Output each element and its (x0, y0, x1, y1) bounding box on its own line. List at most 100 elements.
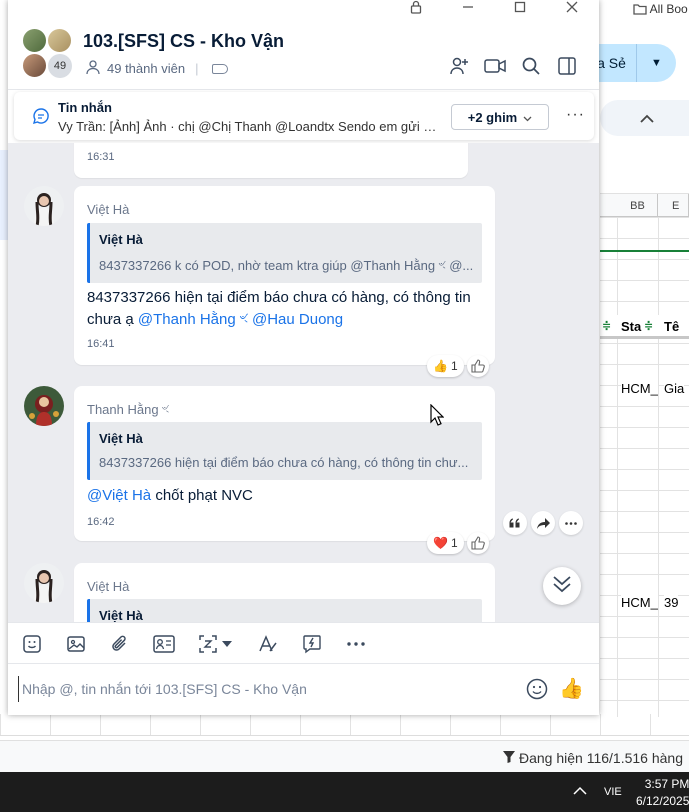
screenshot-icon[interactable] (196, 632, 220, 656)
message-list[interactable]: 16:31 Việt Hà Việt Hà 8437337266 k có PO… (8, 143, 599, 622)
filter-header-row: ≑ Sta ≑ Tê (600, 315, 689, 339)
emoji-icon[interactable] (526, 678, 548, 700)
reaction-count: 1 (450, 359, 458, 373)
clock[interactable]: 3:57 PM 6/12/2025 (636, 776, 689, 810)
scroll-to-bottom-button[interactable] (543, 567, 581, 605)
bookmark-all-bookmarks[interactable]: All Boo (633, 2, 688, 16)
collapse-toolbar-button[interactable] (600, 100, 689, 136)
pin-window-icon[interactable] (401, 0, 431, 14)
message-composer: 👍 (8, 664, 599, 715)
message-bubble-icon (32, 107, 50, 130)
pinned-more-options[interactable]: ··· (566, 106, 585, 124)
message-text-fragment: chốt phạt NVC (151, 487, 253, 504)
more-pins-button[interactable]: +2 ghim (451, 104, 549, 130)
row-selection-strip (0, 150, 8, 240)
reaction-summary[interactable]: 👍 1 (427, 355, 464, 377)
minimize-icon[interactable] (453, 0, 483, 14)
user-icon (85, 59, 101, 78)
sender-name: Việt Hà (87, 579, 130, 594)
add-reaction-like-icon[interactable] (467, 532, 489, 554)
message-bubble[interactable]: 16:31 (74, 143, 468, 178)
group-avatar[interactable]: 49 (22, 28, 72, 78)
input-language[interactable]: VIE (604, 786, 622, 798)
chat-title[interactable]: 103.[SFS] CS - Kho Vận (83, 31, 284, 52)
quoted-message[interactable]: Việt Hà (87, 599, 482, 622)
taskbar: VIE 3:57 PM 6/12/2025 (0, 772, 689, 812)
message-time: 16:42 (87, 516, 115, 528)
maximize-icon[interactable] (505, 0, 535, 14)
filter-icon[interactable]: ≑ (602, 319, 611, 332)
message-bubble[interactable]: Việt Hà Việt Hà 8437337266 k có POD, nhờ… (74, 186, 495, 365)
quick-message-icon[interactable] (300, 632, 324, 656)
more-actions-icon[interactable] (559, 511, 583, 535)
attachment-icon[interactable] (108, 632, 132, 656)
cell[interactable]: Gia (664, 381, 685, 396)
message-time: 16:41 (87, 338, 115, 350)
cell[interactable]: HCM_ (621, 381, 658, 396)
more-tools-icon[interactable] (344, 632, 368, 656)
reaction-count: 1 (450, 536, 458, 550)
chat-window: 49 103.[SFS] CS - Kho Vận 49 thành viên … (8, 0, 599, 715)
avatar[interactable] (24, 563, 64, 603)
chevron-up-icon (640, 110, 654, 126)
quick-like-icon[interactable]: 👍 (559, 676, 584, 701)
mention-link[interactable]: @Hau Duong (252, 311, 343, 328)
column-header-bb[interactable]: BB (618, 194, 658, 218)
quote-reply-icon[interactable] (503, 511, 527, 535)
thumbs-up-emoji-icon: 👍 (433, 359, 448, 373)
member-count-badge: 49 (48, 54, 72, 78)
sender-name: Việt Hà (87, 202, 130, 217)
tag-icon[interactable] (212, 63, 229, 74)
avatar[interactable] (24, 186, 64, 226)
sticker-icon[interactable] (20, 632, 44, 656)
avatar[interactable] (24, 386, 64, 426)
message-text: @Việt Hà chốt phạt NVC (87, 485, 253, 507)
quote-sender: Việt Hà (99, 608, 143, 622)
screenshot-options-caret-icon[interactable] (220, 632, 234, 656)
column-header-e[interactable]: E (658, 194, 689, 218)
add-reaction-like-icon[interactable] (467, 355, 489, 377)
cell[interactable]: 39 (664, 595, 679, 610)
filter-funnel-icon (503, 750, 515, 766)
pinned-title: Tin nhắn (58, 100, 112, 115)
quote-sender: Việt Hà (99, 232, 143, 247)
quoted-message[interactable]: Việt Hà 8437337266 k có POD, nhờ team kt… (87, 223, 482, 283)
members-link[interactable]: 49 thành viên (107, 61, 185, 76)
column-headers: BB E (600, 193, 689, 218)
grid-line (617, 217, 618, 717)
cell[interactable]: HCM_ (621, 595, 658, 610)
clock-time: 3:57 PM (644, 777, 689, 791)
filter-header-status[interactable]: Sta (621, 319, 641, 334)
divider: | (195, 61, 199, 76)
mention-link[interactable]: @Việt Hà (87, 487, 151, 504)
message-time: 16:31 (87, 151, 115, 163)
add-member-icon[interactable] (447, 54, 471, 78)
message-input[interactable] (18, 676, 508, 702)
member-avatar (22, 28, 47, 53)
pinned-preview: Vy Trần: [Ảnh] Ảnh · chị @Chị Thanh @Loa… (58, 119, 438, 134)
reaction-summary[interactable]: ❤️ 1 (427, 532, 464, 554)
filter-icon[interactable]: ≑ (644, 319, 653, 332)
quote-text: 8437337266 hiện tại điểm báo chưa có hàn… (99, 455, 469, 470)
text-format-icon[interactable] (256, 632, 280, 656)
search-icon[interactable] (519, 54, 543, 78)
forward-icon[interactable] (531, 511, 555, 535)
show-hidden-icons-icon[interactable] (573, 782, 587, 798)
sheet-grid-bottom (0, 714, 689, 736)
message-bubble[interactable]: Việt Hà Việt Hà (74, 563, 495, 622)
image-icon[interactable] (64, 632, 88, 656)
mouse-cursor-icon (430, 403, 445, 431)
quoted-message[interactable]: Việt Hà 8437337266 hiện tại điểm báo chư… (87, 422, 482, 480)
contact-card-icon[interactable] (152, 632, 176, 656)
video-call-icon[interactable] (483, 54, 507, 78)
chevron-down-icon (523, 110, 532, 125)
pinned-message-bar[interactable]: Tin nhắn Vy Trần: [Ảnh] Ảnh · chị @Chị T… (14, 92, 594, 140)
member-avatar (22, 53, 47, 78)
conversation-info-icon[interactable] (555, 54, 579, 78)
mention-link[interactable]: @Thanh Hằng ৼ (138, 311, 248, 328)
filter-header-name[interactable]: Tê (664, 319, 679, 334)
close-icon[interactable] (557, 0, 587, 14)
more-pins-label: +2 ghim (467, 109, 518, 125)
heart-emoji-icon: ❤️ (433, 536, 448, 550)
share-dropdown-icon[interactable]: ▼ (636, 44, 676, 82)
